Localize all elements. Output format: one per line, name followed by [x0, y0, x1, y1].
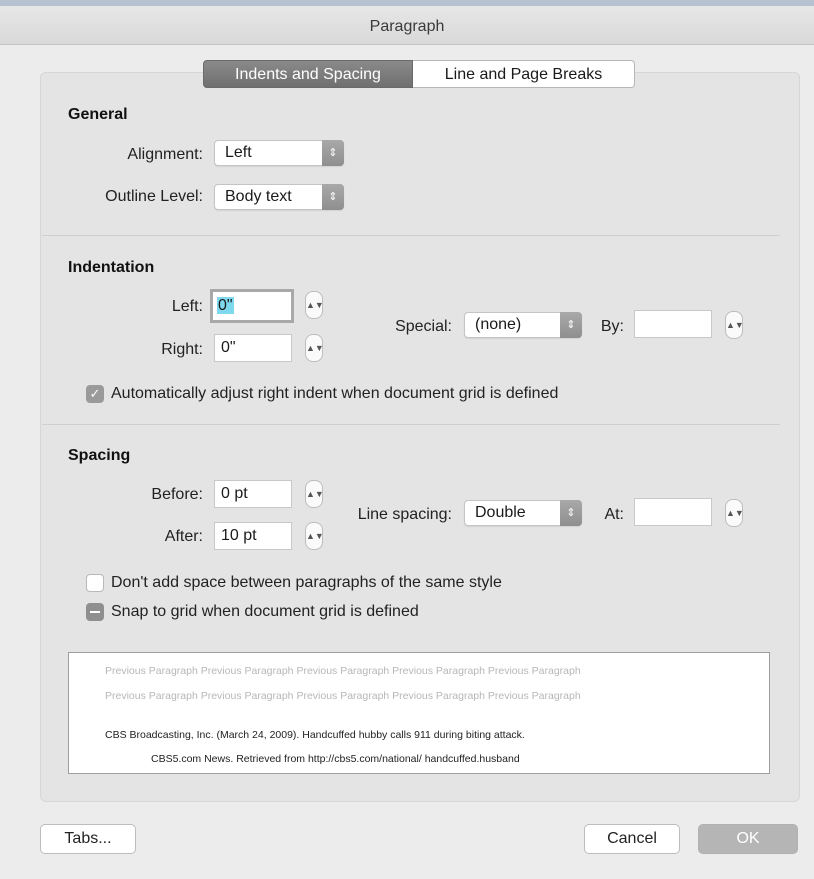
preview-sample-line: CBS5.com News. Retrieved from http://cbs…: [151, 753, 520, 765]
preview-sample-line: CBS Broadcasting, Inc. (March 24, 2009).…: [105, 729, 525, 741]
line-spacing-label: Line spacing:: [357, 506, 452, 523]
spacing-before-input[interactable]: 0 pt: [214, 480, 292, 508]
line-spacing-value: Double: [475, 504, 526, 521]
indentation-heading: Indentation: [68, 259, 155, 276]
section-divider: [42, 424, 780, 425]
by-label: By:: [600, 318, 624, 335]
special-value: (none): [475, 316, 522, 333]
spacing-before-label: Before:: [151, 486, 203, 503]
spacing-before-stepper[interactable]: ▲▼: [305, 480, 324, 508]
dialog-title: Paragraph: [369, 18, 445, 35]
at-input[interactable]: [634, 498, 712, 526]
auto-adjust-label: Automatically adjust right indent when d…: [111, 385, 559, 402]
indent-right-stepper[interactable]: ▲▼: [305, 334, 324, 362]
tab-bar: Indents and Spacing Line and Page Breaks: [203, 60, 635, 88]
spacing-before-value: 0 pt: [221, 485, 248, 502]
spacing-after-input[interactable]: 10 pt: [214, 522, 292, 550]
at-stepper[interactable]: ▲▼: [725, 499, 744, 527]
alignment-label: Alignment:: [127, 146, 203, 163]
line-spacing-select[interactable]: Double ⇕: [464, 500, 582, 526]
chevron-up-down-icon: ⇕: [560, 312, 582, 338]
preview-previous-line: Previous Paragraph Previous Paragraph Pr…: [105, 665, 581, 677]
alignment-select[interactable]: Left ⇕: [214, 140, 344, 166]
alignment-value: Left: [225, 144, 252, 161]
indent-left-label: Left:: [171, 298, 203, 315]
dont-add-space-label: Don't add space between paragraphs of th…: [111, 574, 502, 591]
spacing-after-stepper[interactable]: ▲▼: [305, 522, 324, 550]
tabs-button[interactable]: Tabs...: [40, 824, 136, 854]
ok-button[interactable]: OK: [698, 824, 798, 854]
outline-level-label: Outline Level:: [105, 188, 203, 205]
tab-line-and-page-breaks[interactable]: Line and Page Breaks: [413, 60, 635, 88]
title-bar: Paragraph: [0, 0, 814, 45]
spacing-after-label: After:: [164, 528, 203, 545]
dont-add-space-checkbox[interactable]: [86, 574, 104, 592]
section-divider: [42, 235, 780, 236]
general-heading: General: [68, 106, 128, 123]
by-stepper[interactable]: ▲▼: [725, 311, 744, 339]
at-label: At:: [604, 506, 624, 523]
indent-left-input[interactable]: 0": [210, 289, 294, 323]
background-window-strip: [0, 0, 814, 6]
chevron-up-down-icon: ⇕: [322, 140, 344, 166]
paragraph-preview: Previous Paragraph Previous Paragraph Pr…: [68, 652, 770, 774]
indent-left-stepper[interactable]: ▲▼: [305, 291, 324, 319]
cancel-button[interactable]: Cancel: [584, 824, 680, 854]
special-select[interactable]: (none) ⇕: [464, 312, 582, 338]
chevron-up-down-icon: ⇕: [322, 184, 344, 210]
tab-indents-and-spacing[interactable]: Indents and Spacing: [203, 60, 413, 88]
indent-right-value: 0": [221, 339, 236, 356]
outline-level-select[interactable]: Body text ⇕: [214, 184, 344, 210]
chevron-up-down-icon: ⇕: [560, 500, 582, 526]
spacing-after-value: 10 pt: [221, 527, 257, 544]
indent-right-input[interactable]: 0": [214, 334, 292, 362]
indent-left-value: 0": [217, 297, 234, 314]
indent-right-label: Right:: [161, 341, 203, 358]
snap-to-grid-checkbox[interactable]: [86, 603, 104, 621]
by-input[interactable]: [634, 310, 712, 338]
preview-previous-line: Previous Paragraph Previous Paragraph Pr…: [105, 690, 581, 702]
auto-adjust-checkbox[interactable]: ✓: [86, 385, 104, 403]
spacing-heading: Spacing: [68, 447, 131, 464]
special-label: Special:: [395, 318, 452, 335]
outline-level-value: Body text: [225, 188, 292, 205]
snap-to-grid-label: Snap to grid when document grid is defin…: [111, 603, 419, 620]
